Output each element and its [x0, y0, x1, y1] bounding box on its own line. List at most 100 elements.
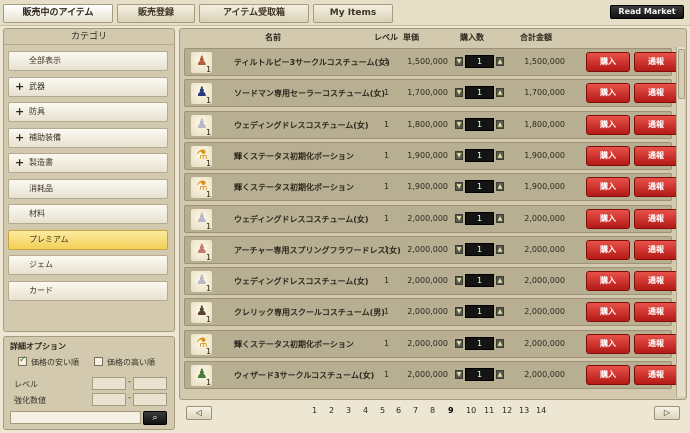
qty-decrease-button[interactable]: ▼ — [455, 213, 463, 223]
qty-decrease-button[interactable]: ▼ — [455, 276, 463, 286]
qty-decrease-button[interactable]: ▼ — [455, 150, 463, 160]
buy-button[interactable]: 購入 — [586, 271, 630, 292]
category-item[interactable]: 全部表示 — [8, 51, 168, 71]
page-number-link[interactable]: 9 — [448, 406, 454, 415]
item-icon[interactable]: ♟ 1 — [190, 238, 213, 262]
tab-sell-register[interactable]: 販売登録 — [117, 4, 195, 23]
category-item[interactable]: カード — [8, 280, 168, 301]
report-button[interactable]: 通報 — [634, 177, 678, 198]
prev-page-button[interactable]: ◁ — [186, 406, 212, 420]
qty-increase-button[interactable]: ▲ — [496, 182, 504, 192]
report-button[interactable]: 通報 — [634, 83, 678, 104]
page-number-link[interactable]: 2 — [329, 406, 334, 415]
item-icon[interactable]: ♟ 1 — [190, 364, 213, 387]
buy-button[interactable]: 購入 — [586, 114, 630, 135]
page-number-link[interactable]: 14 — [536, 406, 546, 415]
qty-input[interactable]: 1 — [465, 368, 494, 381]
qty-increase-button[interactable]: ▲ — [496, 150, 504, 160]
tab-my-items[interactable]: My Items — [313, 4, 393, 23]
category-item[interactable]: 消耗品 — [8, 178, 168, 199]
page-number-link[interactable]: 7 — [413, 406, 418, 415]
qty-increase-button[interactable]: ▲ — [496, 276, 504, 286]
buy-button[interactable]: 購入 — [586, 83, 630, 104]
report-button[interactable]: 通報 — [634, 365, 678, 385]
qty-input[interactable]: 1 — [465, 86, 494, 100]
report-button[interactable]: 通報 — [634, 145, 678, 166]
buy-button[interactable]: 購入 — [586, 302, 630, 323]
qty-input[interactable]: 1 — [465, 274, 494, 288]
qty-decrease-button[interactable]: ▼ — [455, 88, 463, 98]
page-number-link[interactable]: 5 — [380, 406, 385, 415]
search-input[interactable] — [10, 411, 141, 424]
qty-decrease-button[interactable]: ▼ — [455, 57, 463, 66]
qty-input[interactable]: 1 — [465, 305, 494, 319]
page-number-link[interactable]: 6 — [396, 406, 401, 415]
expand-plus-icon[interactable]: + — [15, 78, 24, 96]
qty-decrease-button[interactable]: ▼ — [455, 307, 463, 317]
qty-input[interactable]: 1 — [465, 180, 494, 194]
item-icon[interactable]: ♟ 1 — [190, 301, 213, 325]
item-icon[interactable]: ♟ 1 — [190, 207, 213, 231]
page-number-link[interactable]: 3 — [346, 406, 351, 415]
item-icon[interactable]: ⚗ 1 — [190, 176, 213, 200]
category-item[interactable]: + 武器 — [8, 76, 168, 97]
category-item[interactable]: + 補助装備 — [8, 127, 168, 148]
enhance-min-input[interactable] — [92, 393, 126, 406]
report-button[interactable]: 通報 — [634, 208, 678, 229]
qty-increase-button[interactable]: ▲ — [496, 88, 504, 98]
item-icon[interactable]: ⚗ 1 — [190, 332, 213, 356]
report-button[interactable]: 通報 — [634, 52, 678, 72]
qty-increase-button[interactable]: ▲ — [496, 57, 504, 66]
qty-increase-button[interactable]: ▲ — [496, 244, 504, 254]
item-icon[interactable]: ⚗ 1 — [190, 144, 213, 168]
qty-input[interactable]: 1 — [465, 211, 494, 225]
qty-decrease-button[interactable]: ▼ — [455, 370, 463, 379]
expand-plus-icon[interactable]: + — [15, 154, 24, 172]
buy-button[interactable]: 購入 — [586, 333, 630, 354]
scrollbar-thumb[interactable] — [678, 49, 685, 99]
report-button[interactable]: 通報 — [634, 271, 678, 292]
expand-plus-icon[interactable]: + — [15, 103, 24, 121]
report-button[interactable]: 通報 — [634, 302, 678, 323]
qty-increase-button[interactable]: ▲ — [496, 213, 504, 223]
item-icon[interactable]: ♟ 1 — [190, 270, 213, 294]
buy-button[interactable]: 購入 — [586, 145, 630, 166]
qty-decrease-button[interactable]: ▼ — [455, 244, 463, 254]
expand-plus-icon[interactable]: + — [15, 129, 24, 147]
tab-item-inbox[interactable]: アイテム受取箱 — [199, 4, 309, 23]
category-item[interactable]: プレミアム — [8, 229, 168, 250]
read-market-button[interactable]: Read Market — [610, 5, 684, 19]
buy-button[interactable]: 購入 — [586, 208, 630, 229]
item-icon[interactable]: ♟ 1 — [190, 51, 213, 74]
qty-input[interactable]: 1 — [465, 55, 494, 68]
next-page-button[interactable]: ▷ — [654, 406, 680, 420]
qty-decrease-button[interactable]: ▼ — [455, 182, 463, 192]
qty-increase-button[interactable]: ▲ — [496, 370, 504, 379]
page-number-link[interactable]: 4 — [363, 406, 368, 415]
qty-input[interactable]: 1 — [465, 148, 494, 162]
qty-decrease-button[interactable]: ▼ — [455, 338, 463, 348]
qty-increase-button[interactable]: ▲ — [496, 307, 504, 317]
category-item[interactable]: + 防具 — [8, 102, 168, 122]
category-item[interactable]: + 製造書 — [8, 153, 168, 173]
search-button[interactable]: ⌕ — [143, 411, 167, 425]
sort-low-checkbox[interactable] — [18, 355, 27, 366]
page-number-link[interactable]: 1 — [312, 406, 317, 415]
item-icon[interactable]: ♟ 1 — [190, 82, 213, 106]
list-scrollbar[interactable] — [676, 47, 685, 397]
report-button[interactable]: 通報 — [634, 239, 678, 260]
level-min-input[interactable] — [92, 377, 126, 390]
qty-input[interactable]: 1 — [465, 336, 494, 350]
qty-input[interactable]: 1 — [465, 117, 494, 131]
page-number-link[interactable]: 10 — [466, 406, 476, 415]
qty-increase-button[interactable]: ▲ — [496, 338, 504, 348]
page-number-link[interactable]: 12 — [502, 406, 512, 415]
page-number-link[interactable]: 13 — [519, 406, 529, 415]
buy-button[interactable]: 購入 — [586, 52, 630, 72]
buy-button[interactable]: 購入 — [586, 177, 630, 198]
qty-decrease-button[interactable]: ▼ — [455, 119, 463, 129]
tab-selling-items[interactable]: 販売中のアイテム — [3, 4, 113, 23]
item-icon[interactable]: ♟ 1 — [190, 113, 213, 137]
sort-high-checkbox[interactable] — [94, 357, 103, 366]
enhance-max-input[interactable] — [133, 393, 167, 406]
